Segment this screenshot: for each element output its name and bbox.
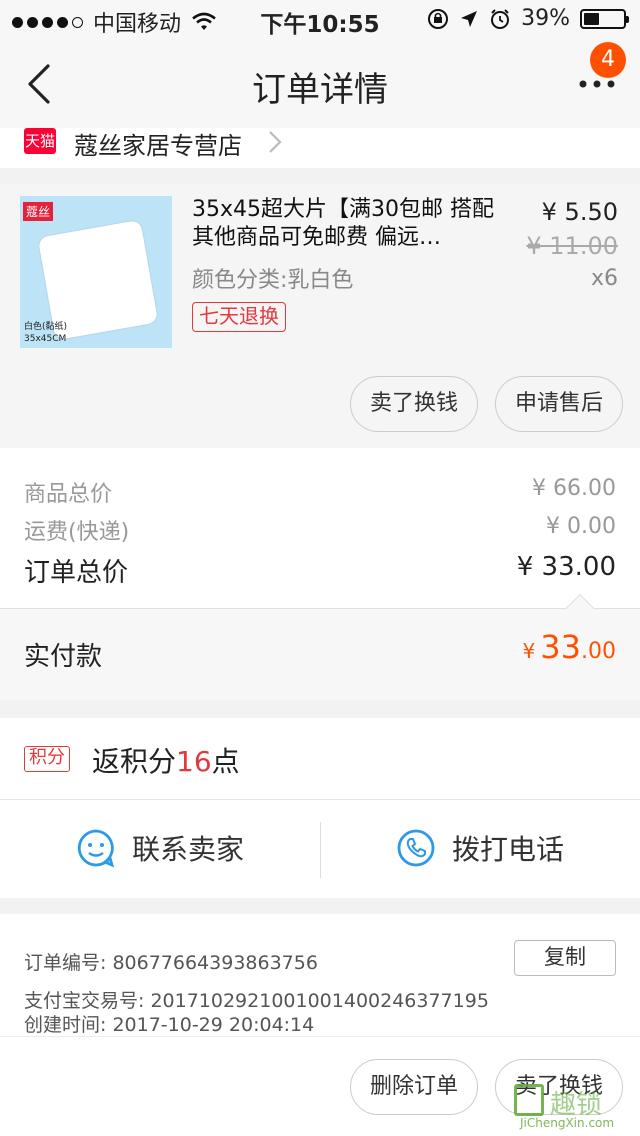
- order-item[interactable]: 蔻丝 白色(黏纸) 35x45CM 35x45超大片【满30包邮 搭配其他商品可…: [0, 184, 640, 448]
- points-tag: 积分: [24, 746, 70, 772]
- brand-logo: 蔻丝: [23, 202, 54, 221]
- battery-percent: 39%: [521, 6, 570, 31]
- phone-icon: [397, 829, 435, 867]
- sell-button[interactable]: 卖了换钱: [350, 376, 478, 432]
- created-time: 创建时间: 2017-10-29 20:04:14: [24, 1014, 315, 1036]
- status-bar: 中国移动 下午10:55 39%: [0, 0, 640, 40]
- alarm-icon: [491, 8, 510, 29]
- product-sku: 颜色分类:乳白色: [192, 268, 354, 293]
- product-thumbnail[interactable]: 蔻丝 白色(黏纸) 35x45CM: [20, 196, 172, 348]
- contact-seller-button[interactable]: 联系卖家: [76, 828, 244, 868]
- goods-total-label: 商品总价: [24, 482, 113, 507]
- call-label: 拨打电话: [452, 833, 565, 866]
- paid-integer: 33: [540, 628, 581, 666]
- delete-order-button[interactable]: 删除订单: [350, 1059, 478, 1115]
- points-prefix: 返积分: [92, 745, 177, 778]
- order-number: 订单编号: 80677664393863756: [24, 952, 318, 974]
- thumb-caption-size: 35x45CM: [24, 334, 67, 344]
- after-sale-button[interactable]: 申请售后: [495, 376, 623, 432]
- goods-total-value: ¥ 66.00: [532, 476, 616, 501]
- return-policy-tag: 七天退换: [192, 302, 286, 332]
- copy-button[interactable]: 复制: [514, 940, 616, 976]
- contact-divider: [320, 822, 321, 878]
- points-row: 积分 返积分16点: [0, 718, 640, 800]
- shop-row[interactable]: 天猫 蔻丝家居专营店: [0, 128, 640, 168]
- tmall-tag: 天猫: [24, 128, 56, 154]
- divider: [0, 608, 640, 609]
- battery-fill: [584, 12, 599, 25]
- shipping-label: 运费(快递): [24, 520, 130, 545]
- page-title: 订单详情: [252, 70, 388, 110]
- points-suffix: 点: [211, 745, 240, 778]
- shipping-value: ¥ 0.00: [546, 514, 616, 539]
- contact-row: 联系卖家 拨打电话: [0, 800, 640, 898]
- contact-seller-label: 联系卖家: [132, 833, 245, 866]
- rotation-lock-icon: [428, 8, 449, 29]
- bottom-action-bar: 删除订单 卖了换钱 趣锁 JiChengXin.com: [0, 1036, 640, 1136]
- nav-bar: 订单详情 4: [0, 40, 640, 128]
- points-number: 16: [176, 745, 212, 778]
- location-icon: [461, 10, 478, 27]
- points-text: 返积分16点: [92, 740, 240, 780]
- watermark-icon: [514, 1084, 544, 1116]
- product-title[interactable]: 35x45超大片【满30包邮 搭配其他商品可免邮费 偏远…: [192, 196, 504, 252]
- paid-label: 实付款: [24, 642, 103, 672]
- chat-icon: [77, 829, 115, 868]
- watermark-url: JiChengXin.com: [520, 1116, 615, 1130]
- watermark-logo: 趣锁 JiChengXin.com: [512, 1084, 632, 1132]
- shop-name[interactable]: 蔻丝家居专营店: [74, 126, 242, 161]
- chevron-right-icon: [269, 131, 282, 153]
- order-total-label: 订单总价: [24, 558, 129, 588]
- notification-badge[interactable]: 4: [590, 42, 626, 78]
- unit-price: ¥ 5.50: [541, 198, 618, 226]
- paid-decimal: .00: [581, 639, 616, 664]
- thumb-caption-color: 白色(黏纸): [24, 322, 68, 332]
- original-price: ¥ 11.00: [526, 232, 618, 260]
- paid-currency: ¥: [522, 639, 536, 663]
- call-button[interactable]: 拨打电话: [396, 828, 564, 868]
- paid-value: ¥ 33.00: [522, 628, 616, 666]
- alipay-number: 支付宝交易号: 2017102921001001400246377195: [24, 990, 489, 1012]
- battery-icon: [580, 8, 629, 29]
- price-summary: 商品总价 ¥ 66.00 运费(快递) ¥ 0.00 订单总价 ¥ 33.00 …: [0, 448, 640, 700]
- status-right: 39%: [427, 6, 629, 31]
- quantity: x6: [590, 266, 618, 291]
- order-total-value: ¥ 33.00: [516, 552, 616, 582]
